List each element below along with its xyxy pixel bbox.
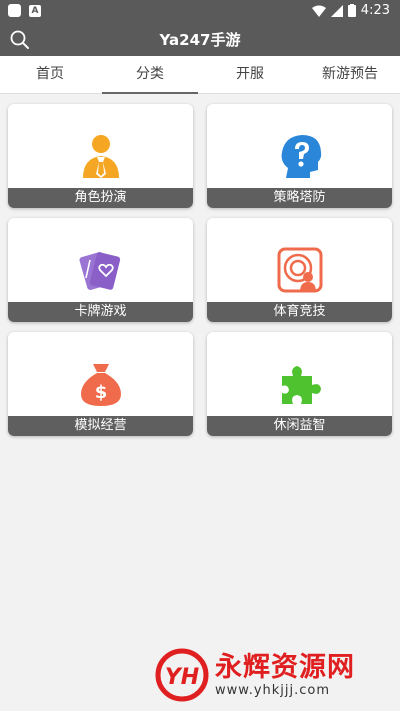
category-label: 体育竞技 [207, 302, 392, 322]
category-card-card-games[interactable]: 卡牌游戏 [8, 218, 193, 322]
tab-categories[interactable]: 分类 [100, 56, 200, 94]
tab-server-open[interactable]: 开服 [200, 56, 300, 93]
notification-icon [8, 4, 21, 17]
head-question-icon [281, 135, 321, 178]
category-label: 模拟经营 [8, 416, 193, 436]
category-card-strategy[interactable]: 策略塔防 [207, 104, 392, 208]
category-card-role-playing[interactable]: 角色扮演 [8, 104, 193, 208]
tab-new-game-preview[interactable]: 新游预告 [300, 56, 400, 93]
watermark-url: www.yhkjjj.com [215, 682, 331, 698]
category-card-casual-puzzle[interactable]: 休闲益智 [207, 332, 392, 436]
category-label: 角色扮演 [8, 188, 193, 208]
wifi-icon [311, 5, 326, 17]
battery-icon [347, 4, 356, 17]
watermark-brand: 永辉资源网 [215, 651, 355, 683]
watermark: YH 永辉资源网 www.yhkjjj.com [155, 648, 355, 702]
category-label: 策略塔防 [207, 188, 392, 208]
app-notification-icon: A [29, 5, 41, 17]
app-header: Ya247手游 [0, 22, 400, 56]
svg-text:YH: YH [165, 665, 199, 690]
sports-target-icon [277, 247, 322, 293]
page-title: Ya247手游 [159, 31, 241, 49]
person-tie-icon [82, 135, 119, 178]
money-bag-icon: $ [80, 364, 121, 406]
tab-bar: 首页 分类 开服 新游预告 [0, 56, 400, 94]
yh-logo: YH [155, 648, 209, 702]
tab-home[interactable]: 首页 [0, 56, 100, 93]
category-card-sports[interactable]: 体育竞技 [207, 218, 392, 322]
status-time: 4:23 [360, 3, 390, 18]
status-bar: A 4:23 [0, 0, 400, 22]
category-card-simulation[interactable]: $ 模拟经营 [8, 332, 193, 436]
svg-text:$: $ [94, 382, 107, 403]
cards-heart-icon [78, 252, 120, 290]
category-label: 休闲益智 [207, 416, 392, 436]
category-label: 卡牌游戏 [8, 302, 193, 322]
signal-icon [330, 4, 343, 17]
puzzle-icon [281, 366, 321, 404]
